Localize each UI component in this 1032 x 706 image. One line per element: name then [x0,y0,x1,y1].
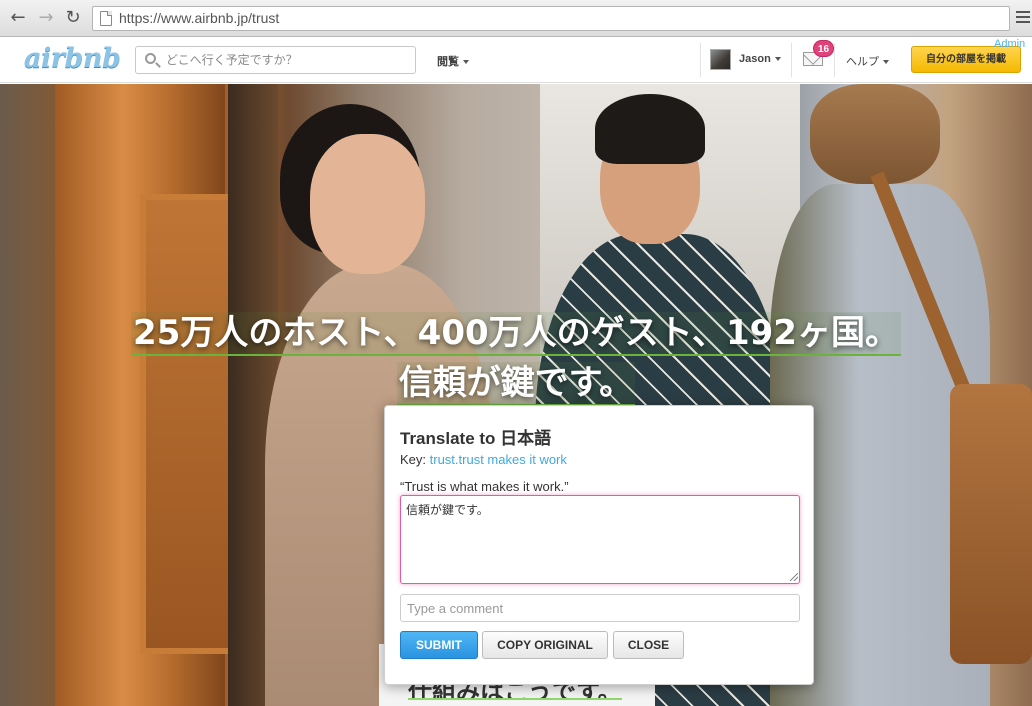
chevron-down-icon [463,60,469,64]
browser-menu-icon[interactable] [1016,8,1030,28]
address-bar-url: https://www.airbnb.jp/trust [119,10,280,26]
help-label: ヘルプ [846,55,879,68]
header-divider [834,43,835,77]
headline-line-1[interactable]: 25万人のホスト、400万人のゲスト、192ヶ国。 [131,312,901,356]
header-divider [791,43,792,77]
search-box[interactable] [135,46,416,74]
reload-icon[interactable]: ↻ [63,8,83,28]
address-bar[interactable]: https://www.airbnb.jp/trust [92,6,1010,31]
copy-original-button[interactable]: COPY ORIGINAL [482,631,608,659]
resize-grip-icon[interactable] [790,573,798,581]
dialog-title: Translate to 日本語 [400,429,552,448]
help-menu[interactable]: ヘルプ [846,53,889,69]
close-button[interactable]: CLOSE [613,631,684,659]
chevron-down-icon [883,60,889,64]
avatar[interactable] [710,49,731,70]
chevron-down-icon [774,57,781,62]
user-menu[interactable]: Jason [739,53,781,65]
forward-arrow-icon[interactable]: → [36,8,56,28]
translation-key: Key: trust.trust makes it work [400,452,567,467]
site-header: airbnb 閲覧 Jason 16 ヘルプ 自分の部屋を掲載 Admin [0,37,1032,83]
comment-input[interactable] [400,594,800,622]
submit-button[interactable]: SUBMIT [400,631,478,659]
list-your-space-button[interactable]: 自分の部屋を掲載 [911,46,1021,73]
user-name: Jason [739,53,771,65]
search-icon [145,53,156,64]
browse-label: 閲覧 [437,55,459,68]
browser-toolbar: ← → ↻ https://www.airbnb.jp/trust [0,0,1032,37]
translation-textarea[interactable]: 信頼が鍵です。 [400,495,800,584]
headline-line-2[interactable]: 信頼が鍵です。 [396,362,636,406]
key-label: Key: [400,452,427,467]
admin-link[interactable]: Admin [994,38,1025,50]
unread-badge: 16 [813,40,834,57]
page-icon [100,11,112,26]
original-text: “Trust is what makes it work.” [400,479,569,494]
hero-headline: 25万人のホスト、400万人のゲスト、192ヶ国。 信頼が鍵です。 [0,308,1032,408]
key-link[interactable]: trust.trust makes it work [430,452,567,467]
browse-menu[interactable]: 閲覧 [437,53,469,69]
bag [950,384,1032,664]
airbnb-logo[interactable]: airbnb [24,43,121,74]
back-arrow-icon[interactable]: ← [8,8,28,28]
header-divider [700,43,701,77]
translate-dialog: Translate to 日本語 Key: trust.trust makes … [384,405,814,685]
search-input[interactable] [166,50,406,70]
